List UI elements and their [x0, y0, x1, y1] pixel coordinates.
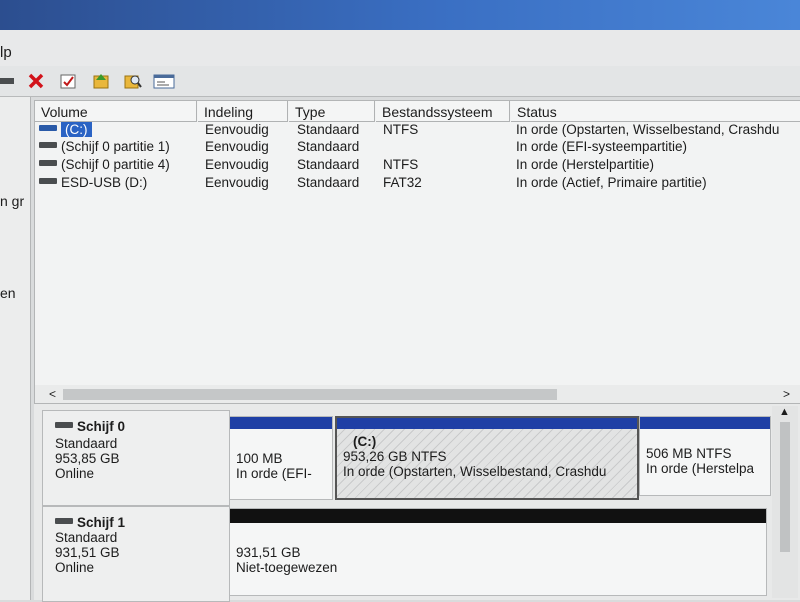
volume-status: In orde (Opstarten, Wisselbestand, Crash… — [516, 122, 780, 137]
drive-icon[interactable] — [0, 70, 16, 92]
delete-icon[interactable] — [25, 70, 47, 92]
volume-type: Standaard — [297, 175, 360, 190]
disk-size: 953,85 GB — [55, 451, 120, 466]
partition-status: In orde (Opstarten, Wisselbestand, Crash… — [343, 464, 607, 479]
disk-state: Online — [55, 466, 95, 481]
disk-name: Schijf 0 — [77, 419, 126, 434]
disk-name: Schijf 1 — [77, 515, 126, 530]
partition-size: 953,26 GB NTFS — [343, 449, 447, 464]
volume-name: (Schijf 0 partitie 4) — [61, 157, 170, 172]
column-header-type[interactable]: Type — [289, 101, 375, 122]
volume-type: Standaard — [297, 157, 360, 172]
disk-kind: Standaard — [55, 530, 118, 545]
volume-fs: FAT32 — [383, 175, 422, 190]
volume-list: Volume Indeling Type Bestandssysteem Sta… — [34, 100, 800, 404]
partition-size: 931,51 GB — [236, 545, 301, 560]
partition-title: (C:) — [353, 434, 377, 449]
column-header-status[interactable]: Status — [511, 101, 800, 122]
vertical-scrollbar[interactable]: ▲ — [772, 406, 798, 598]
disk-icon — [55, 422, 73, 429]
partition-unallocated[interactable]: 931,51 GB Niet-toegewezen — [229, 508, 767, 596]
table-row[interactable]: (Schijf 0 partitie 1) Eenvoudig Standaar… — [35, 139, 800, 156]
table-row[interactable]: (Schijf 0 partitie 4) Eenvoudig Standaar… — [35, 157, 800, 174]
volume-layout: Eenvoudig — [205, 122, 269, 137]
volume-name: (Schijf 0 partitie 1) — [61, 139, 170, 154]
properties-icon[interactable] — [57, 70, 79, 92]
menu-bar: lp — [0, 30, 800, 66]
drive-icon — [39, 178, 57, 185]
volume-fs: NTFS — [383, 157, 419, 172]
table-row[interactable]: ESD-USB (D:) Eenvoudig Standaard FAT32 I… — [35, 175, 800, 192]
disk-size: 931,51 GB — [55, 545, 120, 560]
drive-icon — [39, 160, 57, 167]
scroll-left-icon[interactable]: < — [49, 385, 56, 403]
volume-name: ESD-USB (D:) — [61, 175, 148, 190]
volume-layout: Eenvoudig — [205, 157, 269, 172]
console-icon[interactable] — [153, 70, 175, 92]
table-row[interactable]: (C:) Eenvoudig Standaard NTFS In orde (O… — [35, 122, 800, 139]
nav-fragment[interactable]: en — [0, 285, 16, 301]
volume-status: In orde (Herstelpartitie) — [516, 157, 655, 172]
search-icon[interactable] — [122, 70, 144, 92]
partition-size: 100 MB — [236, 451, 283, 466]
volume-status: In orde (Actief, Primaire partitie) — [516, 175, 707, 190]
volume-status: In orde (EFI-systeempartitie) — [516, 139, 688, 154]
column-header-bestandssysteem[interactable]: Bestandssysteem — [376, 101, 510, 122]
volume-fs: NTFS — [383, 122, 419, 137]
scroll-right-icon[interactable]: > — [783, 385, 790, 403]
disk-kind: Standaard — [55, 436, 118, 451]
partition-status: Niet-toegewezen — [236, 560, 338, 575]
horizontal-scrollbar[interactable]: < > — [35, 385, 800, 403]
column-header-indeling[interactable]: Indeling — [198, 101, 288, 122]
column-header-volume[interactable]: Volume — [35, 101, 197, 122]
partition-status: In orde (Herstelpa — [646, 461, 755, 476]
drive-icon — [39, 125, 57, 132]
window-titlebar — [0, 0, 800, 30]
toolbar — [0, 66, 800, 97]
partition-size: 506 MB NTFS — [646, 446, 732, 461]
drive-icon — [39, 142, 57, 149]
nav-fragment[interactable]: n gr — [0, 193, 24, 209]
volume-type: Standaard — [297, 139, 360, 154]
scrollbar-thumb[interactable] — [780, 422, 790, 552]
disk-icon — [55, 518, 73, 525]
scroll-up-icon[interactable]: ▲ — [779, 406, 790, 418]
menu-item-help[interactable]: lp — [0, 44, 12, 61]
partition-status: In orde (EFI- — [236, 466, 312, 481]
disk-state: Online — [55, 560, 95, 575]
navigation-pane[interactable]: n gr en — [0, 97, 31, 600]
volume-layout: Eenvoudig — [205, 139, 269, 154]
partition-c[interactable]: (C:) 953,26 GB NTFS In orde (Opstarten, … — [335, 416, 639, 500]
partition-efi[interactable]: 100 MB In orde (EFI- — [229, 416, 333, 500]
help-icon[interactable] — [90, 70, 112, 92]
volume-layout: Eenvoudig — [205, 175, 269, 190]
disk-1-label[interactable]: Schijf 1 Standaard 931,51 GB Online — [42, 506, 230, 602]
volume-name: (C:) — [61, 122, 92, 137]
disk-graph-pane: Schijf 0 Standaard 953,85 GB Online 100 … — [34, 404, 800, 602]
scrollbar-thumb[interactable] — [63, 389, 557, 400]
volume-type: Standaard — [297, 122, 360, 137]
partition-recovery[interactable]: 506 MB NTFS In orde (Herstelpa — [639, 416, 771, 496]
disk-0-label[interactable]: Schijf 0 Standaard 953,85 GB Online — [42, 410, 230, 506]
